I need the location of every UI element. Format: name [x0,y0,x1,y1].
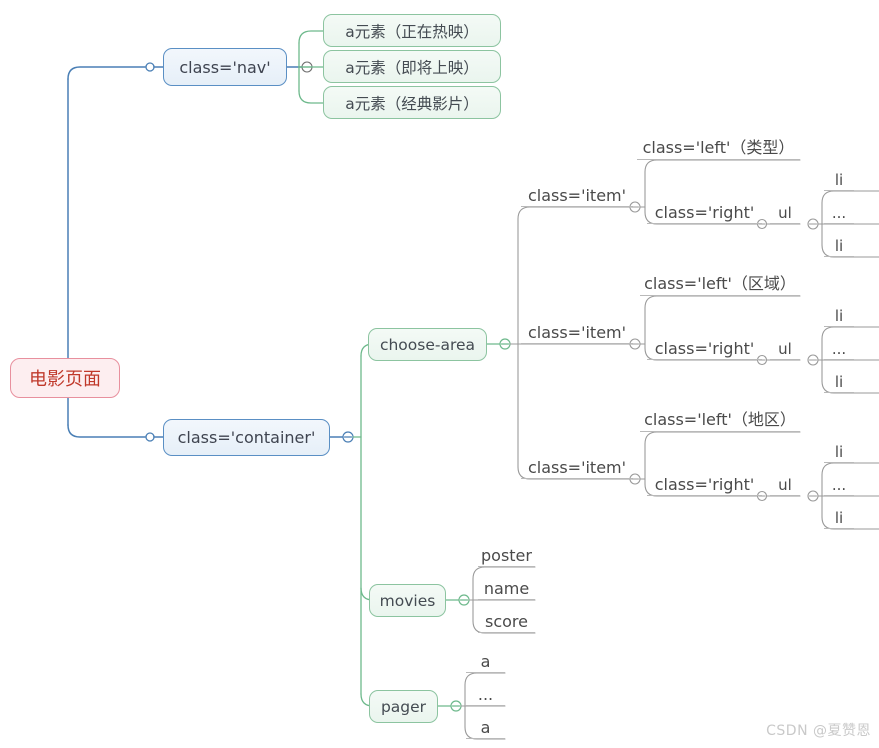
node-item-1-li-ellipsis-label: ... [831,204,847,222]
node-class-nav-label: class='nav' [179,57,271,77]
node-item-2-right[interactable]: class='right' [647,335,762,360]
node-choose-area[interactable]: choose-area [368,328,487,361]
node-item-3-left-label: class='left'（地区） [644,410,796,429]
node-item-3-left[interactable]: class='left'（地区） [640,407,800,432]
node-root-label: 电影页面 [29,369,101,390]
node-item-3[interactable]: class='item' [521,454,633,479]
node-item-2-li-ellipsis[interactable]: ... [824,335,854,360]
node-item-3-li-first[interactable]: li [824,438,854,463]
watermark: CSDN @夏赞恩 [766,723,871,739]
node-class-container-label: class='container' [177,428,316,447]
node-item-2[interactable]: class='item' [521,319,633,344]
node-movies[interactable]: movies [369,584,446,617]
node-item-3-label: class='item' [527,458,627,477]
node-item-1-li-first[interactable]: li [824,166,854,191]
node-item-1-left-label: class='left'（类型） [642,138,795,157]
node-item-2-li-first-label: li [834,307,844,325]
mindmap-canvas: 电影页面 class='nav' a元素（正在热映） a元素（即将上映） a元素… [0,0,879,748]
node-item-1-li-last[interactable]: li [824,232,854,257]
node-item-1-ul[interactable]: ul [770,199,800,224]
node-a-element-classics[interactable]: a元素（经典影片） [323,86,501,119]
node-item-3-li-last[interactable]: li [824,504,854,529]
node-pager-a-first-label: a [480,652,491,671]
node-item-2-left-label: class='left'（区域） [644,274,796,293]
node-item-2-ul-label: ul [778,340,792,358]
node-movies-name[interactable]: name [478,575,535,600]
node-a-element-now-showing-label: a元素（正在热映） [345,22,479,41]
node-item-2-li-last-label: li [834,373,844,391]
node-item-2-li-last[interactable]: li [824,368,854,393]
node-movies-poster[interactable]: poster [478,542,535,567]
node-a-element-now-showing[interactable]: a元素（正在热映） [323,14,501,47]
node-pager-a-last[interactable]: a [466,714,505,739]
node-item-1-li-ellipsis[interactable]: ... [824,199,854,224]
node-movies-score[interactable]: score [478,608,535,633]
node-movies-score-label: score [485,612,528,631]
node-item-3-right-label: class='right' [654,475,755,494]
node-item-3-li-ellipsis-label: ... [831,476,847,494]
node-item-3-ul[interactable]: ul [770,471,800,496]
node-item-2-label: class='item' [527,323,627,342]
node-item-3-li-first-label: li [834,443,844,461]
node-item-2-right-label: class='right' [654,339,755,358]
node-a-element-coming-soon-label: a元素（即将上映） [345,58,479,77]
node-item-2-left[interactable]: class='left'（区域） [640,271,800,296]
node-a-element-coming-soon[interactable]: a元素（即将上映） [323,50,501,83]
node-choose-area-label: choose-area [379,335,476,354]
node-item-1-right[interactable]: class='right' [647,199,762,224]
node-item-1-li-last-label: li [834,237,844,255]
node-class-container[interactable]: class='container' [163,419,330,456]
node-pager-a-first[interactable]: a [466,648,505,673]
node-item-3-li-ellipsis[interactable]: ... [824,471,854,496]
node-pager-a-last-label: a [480,718,491,737]
node-item-1-li-first-label: li [834,171,844,189]
node-pager-ellipsis-label: ... [477,685,494,704]
node-class-nav[interactable]: class='nav' [163,48,287,86]
node-pager[interactable]: pager [369,690,438,723]
node-movies-poster-label: poster [481,546,532,565]
node-root-movie-page[interactable]: 电影页面 [10,358,120,398]
node-pager-label: pager [380,697,427,716]
node-item-1-label: class='item' [527,186,627,205]
node-item-2-li-first[interactable]: li [824,302,854,327]
node-a-element-classics-label: a元素（经典影片） [345,94,479,113]
node-item-3-ul-label: ul [778,476,792,494]
node-item-1-ul-label: ul [778,204,792,222]
node-pager-ellipsis[interactable]: ... [466,681,505,706]
node-item-2-ul[interactable]: ul [770,335,800,360]
node-item-1-right-label: class='right' [654,203,755,222]
node-item-2-li-ellipsis-label: ... [831,340,847,358]
node-item-1[interactable]: class='item' [521,182,633,207]
node-item-1-left[interactable]: class='left'（类型） [637,135,800,160]
node-movies-label: movies [379,591,436,610]
node-item-3-right[interactable]: class='right' [647,471,762,496]
node-item-3-li-last-label: li [834,509,844,527]
node-movies-name-label: name [483,579,530,598]
